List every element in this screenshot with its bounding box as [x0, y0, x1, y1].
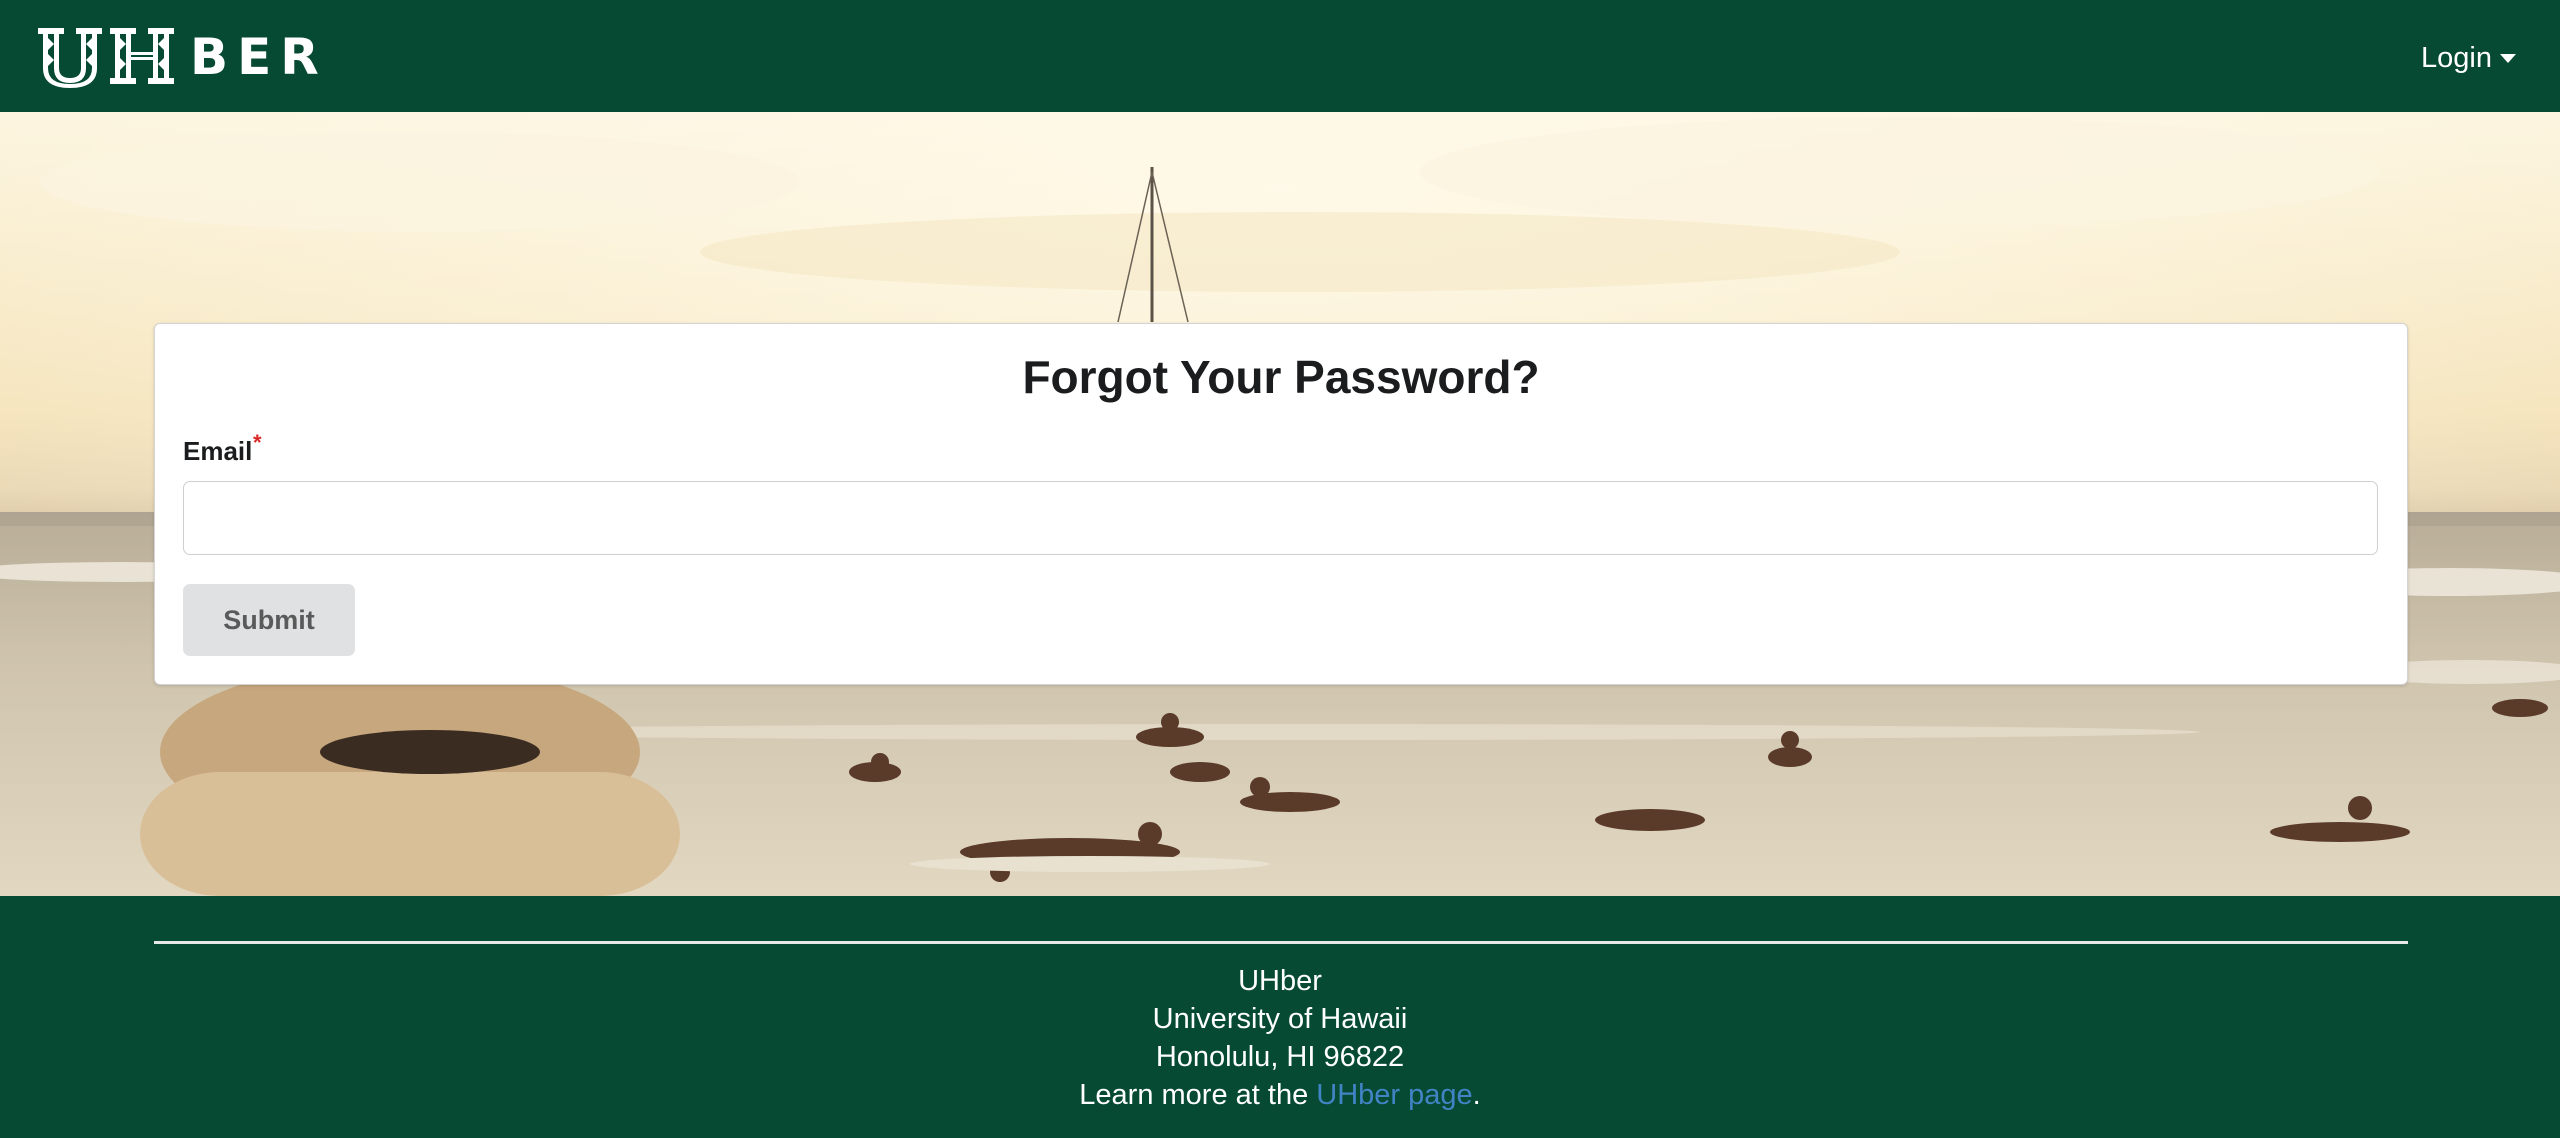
email-label: Email [183, 436, 253, 466]
footer-university: University of Hawaii [1152, 1003, 1408, 1035]
page-title: Forgot Your Password? [1022, 351, 1540, 403]
uhber-page-link[interactable]: UHber page [1316, 1079, 1472, 1111]
footer-app-name: UHber [1238, 965, 1322, 997]
forgot-password-card: Forgot Your Password? Email * Submit [154, 323, 2408, 685]
caret-down-icon [2500, 53, 2516, 63]
email-input[interactable] [183, 481, 2378, 555]
login-dropdown[interactable]: Login [2421, 36, 2516, 80]
uh-logo-mark [34, 24, 184, 90]
submit-button[interactable]: Submit [183, 584, 355, 656]
logo-wordmark-suffix: BER [190, 28, 328, 86]
footer-address: Honolulu, HI 96822 [1155, 1041, 1405, 1073]
uhber-logo[interactable]: BER [34, 24, 328, 90]
login-label: Login [2421, 41, 2492, 74]
footer-learn-more: Learn more at the UHber page. [0, 1076, 2560, 1114]
footer-learn-more-suffix: . [1472, 1079, 1481, 1111]
required-indicator: * [253, 430, 262, 455]
footer-text-block: UHber University of Hawaii Honolulu, HI … [0, 962, 2560, 1114]
top-navbar: BER Login [0, 0, 2560, 112]
footer-learn-more-prefix: Learn more at the [1079, 1079, 1317, 1111]
footer-divider [154, 941, 2408, 944]
page-footer: UHber University of Hawaii Honolulu, HI … [0, 896, 2560, 1138]
